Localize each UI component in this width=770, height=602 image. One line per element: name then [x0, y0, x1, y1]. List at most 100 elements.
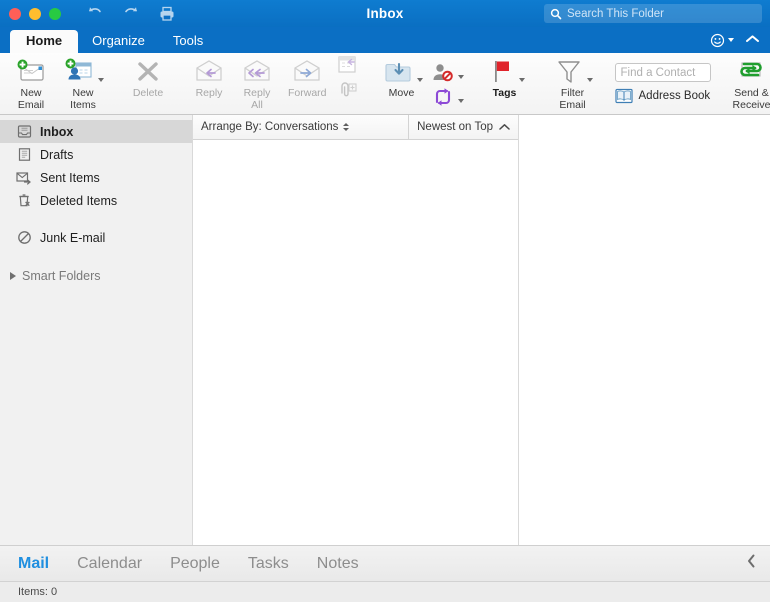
minimize-window-button[interactable]: [29, 8, 41, 20]
ribbon-group-respond: Reply Reply All: [178, 53, 367, 114]
move-extra-stack: [430, 53, 464, 114]
collapse-navigation-button[interactable]: [747, 554, 770, 573]
nav-item-people[interactable]: People: [156, 555, 234, 573]
address-book-label: Address Book: [639, 90, 711, 102]
print-icon[interactable]: [157, 5, 177, 23]
tab-home[interactable]: Home: [10, 30, 78, 53]
chevron-down-icon: [728, 38, 734, 42]
title-bar: Inbox: [0, 0, 770, 27]
sidebar-item-junk-email[interactable]: Junk E-mail: [0, 226, 192, 249]
filter-funnel-icon: [553, 57, 593, 87]
chevron-down-icon[interactable]: [519, 78, 525, 82]
move-folder-icon: [381, 57, 423, 87]
sidebar-item-label: Inbox: [40, 125, 73, 139]
new-email-icon: [14, 57, 48, 87]
search-input[interactable]: [567, 8, 756, 20]
undo-icon[interactable]: [85, 5, 105, 23]
send-receive-button[interactable]: Send & Receive: [726, 53, 770, 114]
smiley-face-icon: [710, 33, 725, 48]
reading-pane[interactable]: [519, 115, 770, 545]
forward-button[interactable]: Forward: [281, 53, 334, 114]
sidebar-item-label: Smart Folders: [22, 269, 101, 283]
chevron-up-icon: [745, 34, 760, 44]
rules-button[interactable]: [430, 86, 464, 108]
send-smiley-button[interactable]: [710, 33, 734, 48]
redo-icon[interactable]: [121, 5, 141, 23]
sort-order-button[interactable]: Newest on Top: [408, 115, 518, 139]
chevron-left-icon: [747, 554, 756, 568]
ribbon-tab-bar-right: [710, 31, 770, 53]
sidebar-item-label: Sent Items: [40, 171, 100, 185]
new-items-icon: [62, 57, 104, 87]
collapse-ribbon-button[interactable]: [745, 31, 760, 49]
close-window-button[interactable]: [9, 8, 21, 20]
outlook-window: Inbox Home Organize Tools: [0, 0, 770, 602]
chevron-down-icon[interactable]: [458, 75, 464, 79]
new-items-label: New Items: [70, 88, 96, 111]
attachment-icon[interactable]: [334, 79, 360, 105]
drafts-icon: [16, 147, 32, 163]
status-item-count: Items: 0: [0, 586, 57, 598]
ribbon-toolbar: New Email New Items: [0, 53, 770, 115]
chevron-down-icon[interactable]: [458, 99, 464, 103]
new-items-button[interactable]: New Items: [55, 53, 111, 114]
zoom-window-button[interactable]: [49, 8, 61, 20]
reply-all-icon: [240, 57, 274, 87]
sent-items-icon: [16, 170, 32, 186]
disclosure-triangle-icon[interactable]: [10, 272, 16, 280]
find-a-contact-input[interactable]: [615, 63, 711, 82]
ribbon-group-move: Move: [367, 53, 471, 114]
main-area: Inbox Drafts: [0, 115, 770, 545]
forward-label: Forward: [288, 88, 327, 100]
quick-access-toolbar: [85, 5, 177, 23]
reply-icon: [192, 57, 226, 87]
sidebar-item-sent-items[interactable]: Sent Items: [0, 166, 192, 189]
sidebar-item-label: Deleted Items: [40, 194, 117, 208]
calendar-reply-icon[interactable]: [334, 53, 360, 79]
nav-item-calendar[interactable]: Calendar: [63, 555, 156, 573]
ribbon-group-delete: Delete: [118, 53, 178, 114]
sidebar-item-inbox[interactable]: Inbox: [0, 120, 192, 143]
move-label: Move: [389, 88, 415, 100]
sidebar-item-smart-folders[interactable]: Smart Folders: [0, 265, 192, 287]
filter-email-label: Filter Email: [559, 88, 585, 111]
chevron-down-icon[interactable]: [417, 78, 423, 82]
new-email-button[interactable]: New Email: [7, 53, 55, 114]
send-receive-icon: [734, 57, 768, 87]
sidebar-item-label: Junk E-mail: [40, 231, 105, 245]
message-list-empty[interactable]: [193, 140, 518, 545]
ribbon-group-send-receive: Send & Receive: [719, 53, 770, 114]
address-book-button[interactable]: Address Book: [615, 88, 711, 104]
nav-item-tasks[interactable]: Tasks: [234, 555, 303, 573]
nav-item-notes[interactable]: Notes: [303, 555, 373, 573]
ribbon-group-contacts: Address Book: [607, 53, 719, 114]
search-folder-box[interactable]: [544, 4, 762, 23]
tab-tools[interactable]: Tools: [159, 30, 217, 53]
move-button[interactable]: Move: [374, 53, 430, 114]
junk-sender-button[interactable]: [430, 62, 464, 84]
ribbon-group-new: New Email New Items: [0, 53, 118, 114]
arrange-by-button[interactable]: Arrange By: Conversations: [193, 115, 408, 139]
message-list-header: Arrange By: Conversations Newest on Top: [193, 115, 518, 140]
sidebar-item-deleted-items[interactable]: Deleted Items: [0, 189, 192, 212]
delete-button[interactable]: Delete: [125, 53, 171, 114]
chevron-down-icon[interactable]: [587, 78, 593, 82]
delete-x-icon: [132, 57, 164, 87]
inbox-tray-icon: [16, 124, 32, 140]
search-icon: [550, 8, 562, 20]
tags-button[interactable]: Tags: [478, 53, 532, 114]
send-receive-label: Send & Receive: [733, 88, 770, 111]
filter-email-button[interactable]: Filter Email: [546, 53, 600, 114]
chevron-down-icon[interactable]: [98, 78, 104, 82]
rules-arrows-icon: [430, 86, 456, 108]
reply-all-button[interactable]: Reply All: [233, 53, 281, 114]
sidebar-item-drafts[interactable]: Drafts: [0, 143, 192, 166]
sidebar-item-label: Drafts: [40, 148, 73, 162]
module-switcher: Mail Calendar People Tasks Notes: [0, 545, 770, 581]
reply-button[interactable]: Reply: [185, 53, 233, 114]
junk-block-icon: [16, 230, 32, 246]
nav-item-mail[interactable]: Mail: [0, 555, 63, 573]
forward-icon: [290, 57, 324, 87]
deleted-items-icon: [16, 193, 32, 209]
tab-organize[interactable]: Organize: [78, 30, 159, 53]
